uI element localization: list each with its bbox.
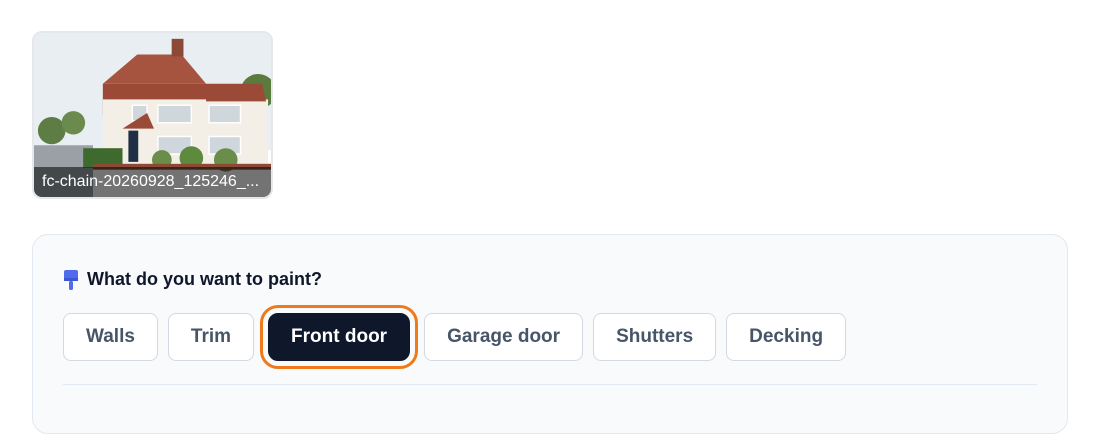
paint-options-group: Walls Trim Front door Garage door Shutte…	[63, 305, 847, 369]
paint-question: What do you want to paint?	[63, 269, 322, 290]
option-trim-button[interactable]: Trim	[167, 313, 255, 361]
option-shutters-button[interactable]: Shutters	[593, 313, 717, 361]
uploaded-photo-thumbnail[interactable]: fc-chain-20260928_125246_...	[32, 31, 273, 199]
paint-target-panel: What do you want to paint? Walls Trim Fr…	[32, 234, 1068, 434]
option-front-door-button[interactable]: Front door	[260, 305, 419, 369]
section-divider	[63, 384, 1037, 385]
option-walls-button[interactable]: Walls	[63, 313, 158, 361]
option-decking-button[interactable]: Decking	[726, 313, 847, 361]
photo-filename-label: fc-chain-20260928_125246_...	[34, 167, 271, 197]
paintbrush-icon	[64, 269, 78, 290]
question-label: What do you want to paint?	[87, 269, 322, 289]
option-garage-door-button[interactable]: Garage door	[424, 313, 584, 361]
